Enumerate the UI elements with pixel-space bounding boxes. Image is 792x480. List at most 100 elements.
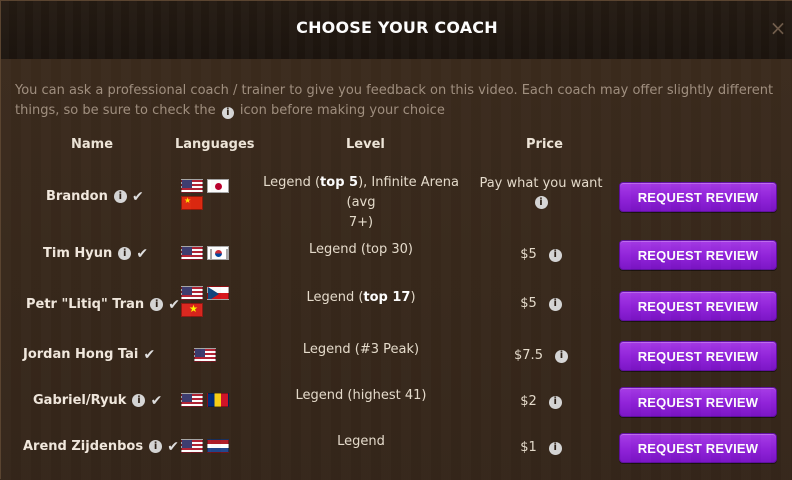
info-icon[interactable]: i [149, 440, 163, 453]
intro-text-after: icon before making your choice [239, 103, 445, 118]
info-icon[interactable]: i [548, 297, 562, 311]
check-icon: ✔ [167, 438, 179, 455]
intro-text: You can ask a professional coach / train… [15, 81, 777, 121]
languages-flags [181, 439, 229, 453]
price-text: $5 [520, 247, 537, 262]
coach-price: $1 i [473, 439, 609, 457]
request-review-button[interactable]: REQUEST REVIEW [619, 341, 777, 371]
coach-name: Petr "Litiq" Tran i ✔ [26, 296, 181, 313]
coach-level: Legend (highest 41) [295, 388, 427, 403]
column-header-level: Level [346, 137, 385, 152]
check-icon: ✔ [168, 296, 181, 313]
coach-price: $5 i [473, 295, 609, 313]
romania-flag-icon [207, 393, 229, 407]
check-icon: ✔ [143, 346, 156, 363]
level-bold: top 5 [320, 175, 359, 190]
price-text: $1 [520, 440, 537, 455]
flags-row [181, 303, 203, 317]
china-flag-icon [181, 196, 203, 210]
flags-row [181, 286, 229, 300]
coach-row: Gabriel/Ryuk i ✔ Legend (highest 41) $2 … [1, 386, 792, 418]
check-icon: ✔ [150, 392, 163, 409]
level-bold: top 17 [363, 290, 411, 305]
flags-row [181, 393, 229, 407]
dialog-content: You can ask a professional coach / train… [1, 59, 792, 480]
coach-name: Brandon i ✔ [46, 188, 145, 205]
coach-level: Legend [337, 434, 385, 449]
us-flag-icon [181, 179, 203, 193]
us-flag-icon [181, 439, 203, 453]
vietnam-flag-icon [181, 303, 203, 317]
coach-level: Legend (top 5), Infinite Arena (avg 7+) [256, 173, 466, 233]
info-icon[interactable]: i [548, 395, 562, 409]
languages-flags [181, 286, 229, 317]
netherlands-flag-icon [207, 439, 229, 453]
coach-price: Pay what you want i [473, 175, 609, 209]
close-icon[interactable]: × [769, 18, 787, 38]
flags-row [181, 246, 229, 260]
flags-row [194, 348, 216, 362]
czech-flag-icon [207, 286, 229, 300]
coach-name-text: Arend Zijdenbos [23, 439, 144, 454]
level-part: Legend ( [263, 175, 321, 190]
coach-dialog: CHOOSE YOUR COACH × You can ask a profes… [0, 0, 792, 480]
info-icon[interactable]: i [534, 196, 548, 209]
info-icon[interactable]: i [132, 394, 146, 407]
coach-name-text: Petr "Litiq" Tran [26, 297, 145, 312]
dialog-title: CHOOSE YOUR COACH [296, 18, 498, 37]
coach-name: Tim Hyun i ✔ [43, 245, 149, 262]
coach-price: $7.5 i [473, 347, 609, 365]
request-review-button[interactable]: REQUEST REVIEW [619, 240, 777, 270]
info-icon[interactable]: i [548, 441, 562, 455]
south-korea-flag-icon [207, 246, 229, 260]
languages-flags [194, 348, 216, 362]
coach-name-text: Brandon [46, 189, 108, 204]
flags-row [181, 439, 229, 453]
japan-flag-icon [207, 179, 229, 193]
request-review-button[interactable]: REQUEST REVIEW [619, 387, 777, 417]
coach-row: Jordan Hong Tai ✔ Legend (#3 Peak) $7.5 … [1, 340, 792, 372]
info-icon[interactable]: i [113, 190, 127, 203]
info-icon[interactable]: i [548, 248, 562, 262]
flags-row [181, 196, 203, 210]
coach-row: Petr "Litiq" Tran i ✔ Legend (top 17) $5… [1, 285, 792, 337]
info-icon[interactable]: i [150, 298, 164, 311]
coach-name: Arend Zijdenbos i ✔ [23, 438, 180, 455]
level-part: ) [410, 290, 416, 305]
coach-name: Jordan Hong Tai ✔ [23, 346, 156, 363]
info-icon[interactable]: i [118, 247, 132, 260]
coach-row: Tim Hyun i ✔ Legend (top 30) $5 i REQUES… [1, 240, 792, 272]
request-review-button[interactable]: REQUEST REVIEW [619, 182, 777, 212]
coach-price: $2 i [473, 393, 609, 411]
coach-level: Legend (#3 Peak) [302, 342, 420, 357]
us-flag-icon [194, 348, 216, 362]
coach-name-text: Jordan Hong Tai [23, 347, 139, 362]
languages-flags [181, 393, 229, 407]
languages-flags [181, 246, 229, 260]
price-text: $2 [520, 394, 537, 409]
request-review-button[interactable]: REQUEST REVIEW [619, 291, 777, 321]
column-header-price: Price [526, 137, 563, 152]
dialog-header: CHOOSE YOUR COACH × [1, 1, 792, 60]
request-review-button[interactable]: REQUEST REVIEW [619, 433, 777, 463]
check-icon: ✔ [136, 245, 149, 262]
us-flag-icon [181, 246, 203, 260]
coach-name: Gabriel/Ryuk i ✔ [33, 392, 163, 409]
coach-name-text: Gabriel/Ryuk [33, 393, 127, 408]
us-flag-icon [181, 393, 203, 407]
flags-row [181, 179, 229, 193]
coach-row: Brandon i ✔ Legend (top 5), Infinite Are… [1, 175, 792, 230]
languages-flags [181, 179, 229, 210]
level-part: ), Infinite Arena (avg [346, 175, 459, 210]
price-text: $7.5 [514, 348, 543, 363]
level-part: 7+) [348, 215, 374, 230]
us-flag-icon [181, 286, 203, 300]
price-text: Pay what you want [479, 176, 603, 191]
coach-price: $5 i [473, 246, 609, 264]
coach-name-text: Tim Hyun [43, 246, 113, 261]
column-header-languages: Languages [175, 137, 255, 152]
check-icon: ✔ [131, 188, 144, 205]
price-text: $5 [520, 296, 537, 311]
info-icon[interactable]: i [554, 349, 568, 363]
coach-level: Legend (top 30) [308, 242, 413, 257]
